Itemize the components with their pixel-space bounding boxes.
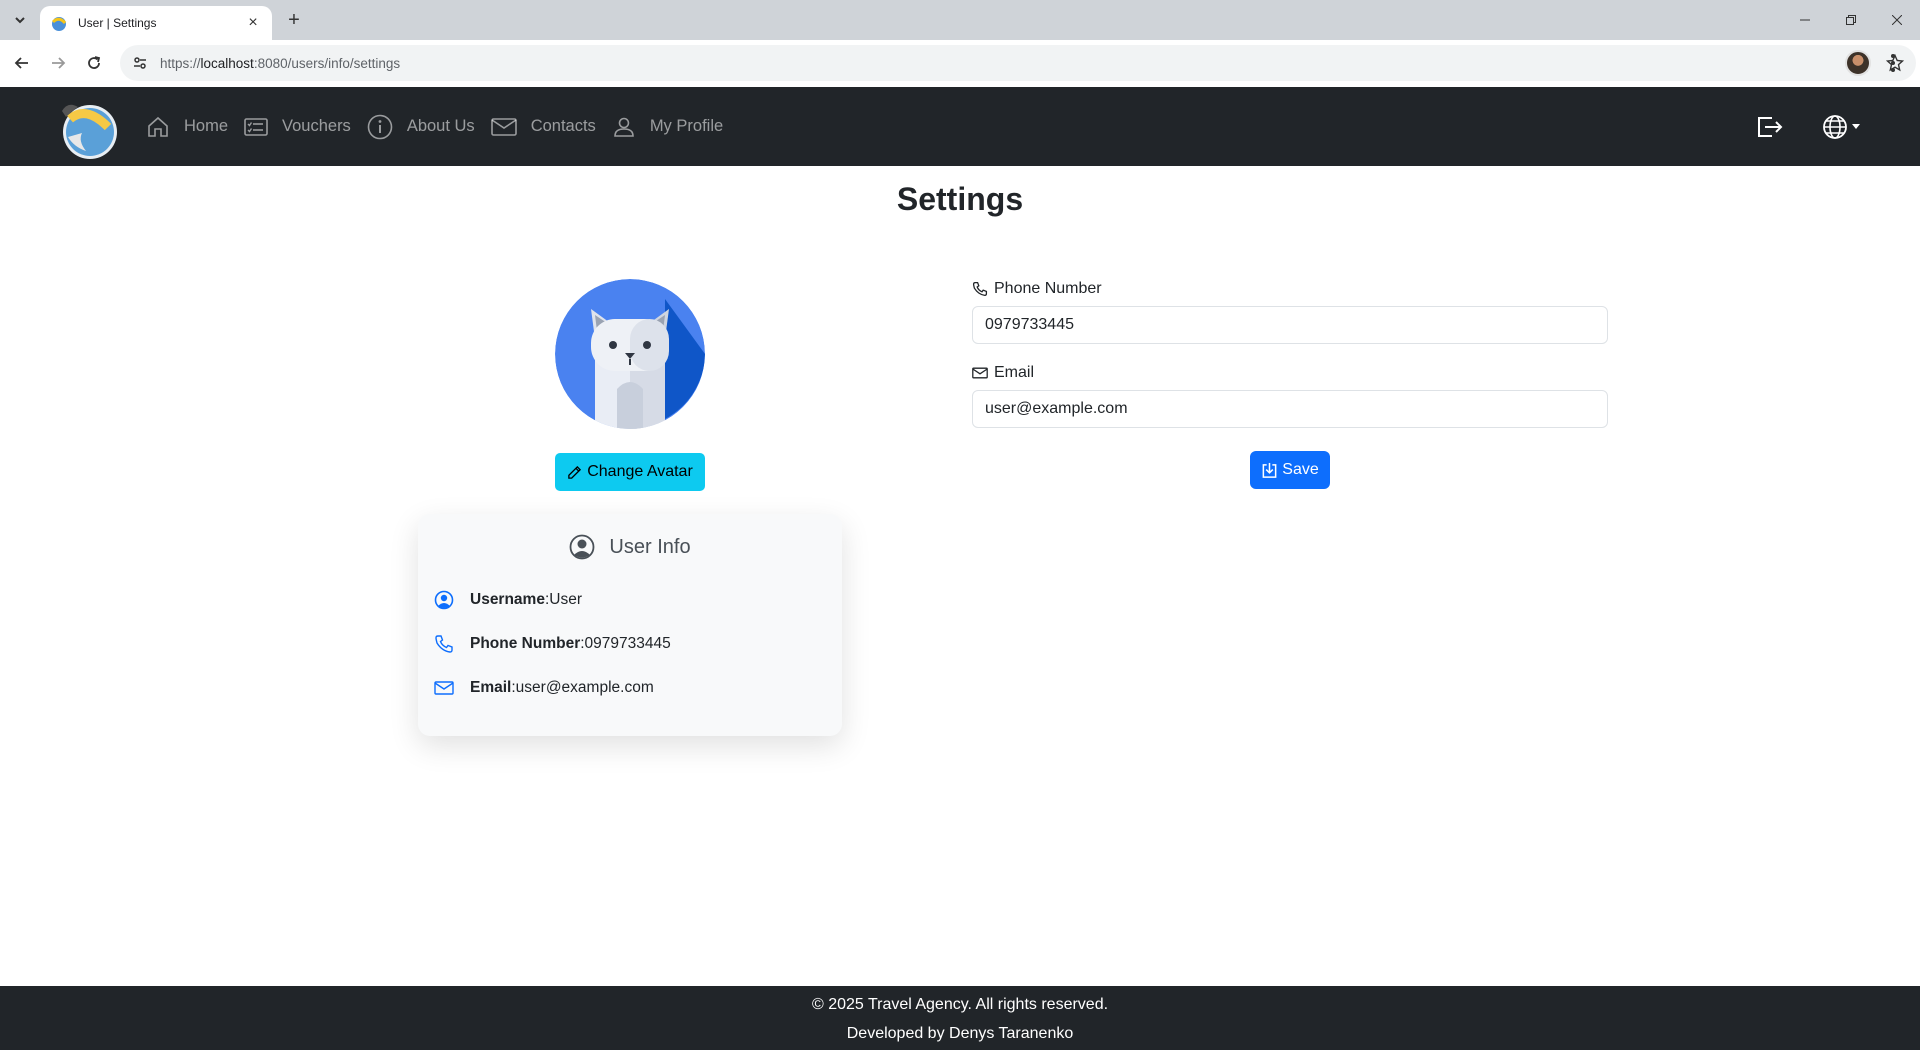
site-footer: © 2025 Travel Agency. All rights reserve… xyxy=(0,986,1920,1050)
chevron-down-icon xyxy=(15,17,25,24)
minimize-button[interactable] xyxy=(1782,0,1828,40)
reload-icon xyxy=(88,56,101,69)
logout-icon[interactable] xyxy=(1756,115,1784,139)
forward-button[interactable] xyxy=(46,51,70,75)
phone-field-label-text: Phone Number xyxy=(994,280,1102,297)
nav-vouchers[interactable]: Vouchers xyxy=(244,115,351,139)
arrow-right-icon xyxy=(52,57,66,69)
user-info-card: User Info Username: User Phone Number:097… xyxy=(418,514,842,736)
person-circle-icon xyxy=(570,534,595,560)
telephone-icon xyxy=(972,281,988,297)
site-navbar: Home Vouchers About Us Contacts My Profi… xyxy=(0,87,1920,166)
change-avatar-button[interactable]: Change Avatar xyxy=(555,453,705,491)
info-row-username: Username: User xyxy=(434,590,582,610)
info-circle-icon xyxy=(367,114,393,139)
email-label: Email xyxy=(470,679,512,696)
user-info-title: User Info xyxy=(609,535,691,558)
caret-down-icon xyxy=(1852,123,1860,129)
username-label: Username xyxy=(470,591,545,608)
nav-contacts[interactable]: Contacts xyxy=(490,116,596,138)
browser-menu-button[interactable] xyxy=(1890,53,1896,78)
site-info-icon[interactable] xyxy=(132,55,148,71)
url-scheme: https:// xyxy=(160,55,201,71)
language-dropdown[interactable] xyxy=(1822,114,1860,140)
footer-copyright: © 2025 Travel Agency. All rights reserve… xyxy=(811,996,1109,1013)
url-field[interactable]: https://localhost:8080/users/info/settin… xyxy=(120,45,1916,81)
telephone-icon xyxy=(435,635,453,653)
nav-vouchers-label: Vouchers xyxy=(282,117,351,135)
pencil-icon xyxy=(568,465,582,479)
info-row-phone: Phone Number:0979733445 xyxy=(434,634,671,654)
back-button[interactable] xyxy=(10,51,34,75)
nav-about-us[interactable]: About Us xyxy=(367,114,475,140)
url-path: :8080/users/info/settings xyxy=(253,55,401,71)
browser-profile-avatar[interactable] xyxy=(1845,50,1871,76)
change-avatar-label: Change Avatar xyxy=(587,463,693,480)
save-button[interactable]: Save xyxy=(1250,451,1330,489)
envelope-icon xyxy=(490,117,517,136)
email-value: user@example.com xyxy=(515,679,654,696)
envelope-icon xyxy=(972,367,988,379)
address-bar-row: https://localhost:8080/users/info/settin… xyxy=(0,40,1920,87)
user-avatar xyxy=(555,279,705,429)
minimize-icon xyxy=(1800,19,1810,21)
person-icon xyxy=(614,117,634,137)
house-icon xyxy=(148,116,168,137)
download-save-icon xyxy=(1262,462,1277,478)
url-host: localhost xyxy=(200,55,254,71)
browser-tab-strip: User | Settings × + xyxy=(0,0,1920,40)
envelope-icon xyxy=(434,681,454,695)
save-label: Save xyxy=(1282,461,1319,478)
phone-number-input[interactable] xyxy=(972,306,1608,344)
close-icon[interactable]: × xyxy=(244,14,262,32)
globe-icon xyxy=(1823,114,1847,139)
nav-my-profile[interactable]: My Profile xyxy=(612,115,723,139)
close-window-button[interactable] xyxy=(1874,0,1920,40)
email-input[interactable] xyxy=(972,390,1608,428)
nav-home-label: Home xyxy=(184,117,229,135)
info-row-email: Email: user@example.com xyxy=(434,679,654,697)
phone-label: Phone Number xyxy=(470,635,581,652)
site-logo-icon xyxy=(51,17,67,31)
restore-icon xyxy=(1846,15,1856,25)
restore-button[interactable] xyxy=(1828,0,1874,40)
travel-agency-logo[interactable] xyxy=(56,97,122,159)
nav-about-us-label: About Us xyxy=(406,117,475,135)
new-tab-button[interactable]: + xyxy=(282,8,306,32)
nav-home[interactable]: Home xyxy=(146,115,228,139)
user-info-heading: User Info xyxy=(418,534,842,560)
kebab-menu-icon xyxy=(1891,54,1895,72)
tab-title: User | Settings xyxy=(78,16,157,30)
phone-field-label: Phone Number xyxy=(972,280,1608,298)
phone-value: 0979733445 xyxy=(584,635,671,652)
close-icon xyxy=(1892,15,1902,25)
arrow-left-icon xyxy=(14,57,28,69)
active-tab[interactable]: User | Settings × xyxy=(40,6,272,40)
reload-button[interactable] xyxy=(82,51,106,75)
settings-form: Phone Number Email xyxy=(972,280,1608,428)
nav-contacts-label: Contacts xyxy=(530,117,596,135)
person-circle-icon xyxy=(434,590,454,610)
url-text: https://localhost:8080/users/info/settin… xyxy=(160,56,1850,71)
tab-search-button[interactable] xyxy=(8,8,32,32)
card-list-icon xyxy=(244,117,268,136)
nav-my-profile-label: My Profile xyxy=(649,117,724,135)
email-field-label-text: Email xyxy=(994,364,1035,381)
email-field-label: Email xyxy=(972,364,1608,382)
footer-developer: Developed by Denys Taranenko xyxy=(846,1025,1074,1042)
username-value: User xyxy=(549,591,583,608)
page-title: Settings xyxy=(896,181,1024,217)
